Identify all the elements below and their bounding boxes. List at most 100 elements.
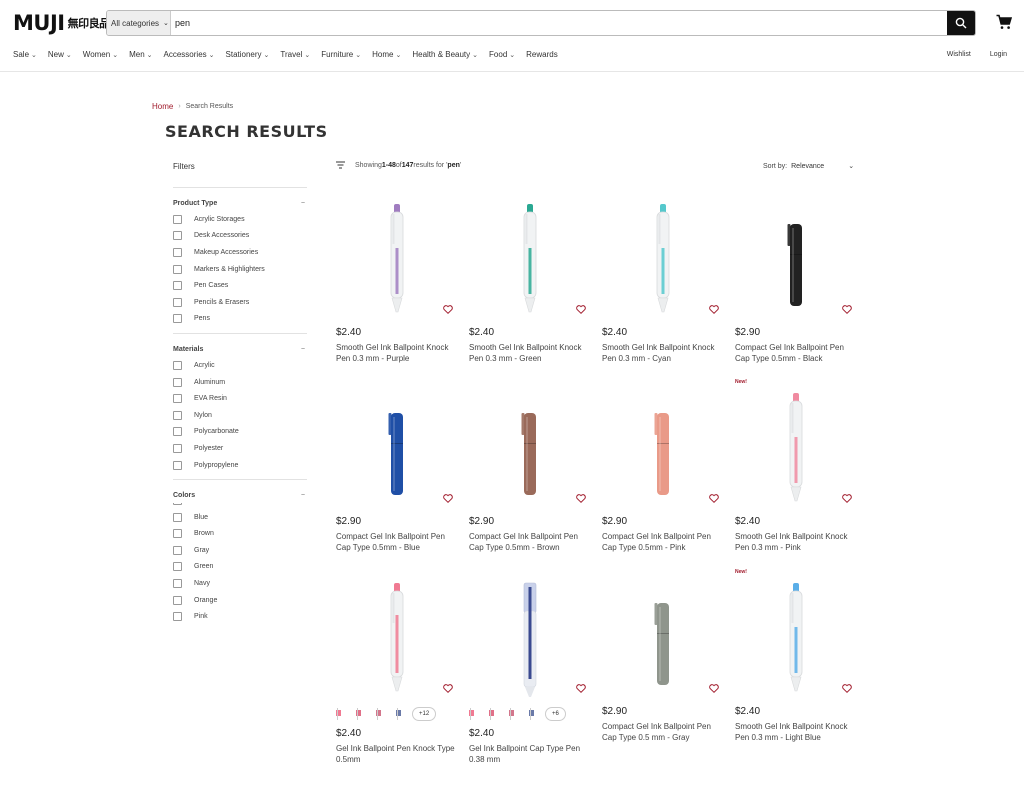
collapse-minus-icon[interactable]: − [301,200,305,207]
product-name[interactable]: Compact Gel Ink Ballpoint Pen Cap Type 0… [602,531,727,553]
product-image[interactable] [336,385,461,510]
category-select[interactable]: All categories ⌄ [107,11,171,35]
product-card[interactable]: $2.40 Smooth Gel Ink Ballpoint Knock Pen … [336,196,461,364]
search-input[interactable] [171,11,947,35]
product-card[interactable]: +12 $2.40 Gel Ink Ballpoint Pen Knock Type… [336,575,461,765]
product-name[interactable]: Smooth Gel Ink Ballpoint Knock Pen 0.3 m… [735,721,860,743]
product-card[interactable]: $2.90 Compact Gel Ink Ballpoint Pen Cap T… [602,575,727,743]
wishlist-heart-icon[interactable] [842,680,852,698]
product-image[interactable] [469,385,594,510]
wishlist-heart-icon[interactable] [842,301,852,319]
wishlist-heart-icon[interactable] [709,301,719,319]
filter-checkbox[interactable] [173,595,182,605]
filter-option[interactable]: Acrylic Storages [173,211,307,228]
filter-option[interactable]: Makeup Accessories [173,244,307,261]
nav-item-accessories[interactable]: Accessories ⌄ [164,50,215,59]
filter-option[interactable]: Acrylic [173,357,307,374]
filter-option[interactable]: Desk Accessories [173,228,307,245]
color-swatch[interactable] [356,708,361,720]
product-card[interactable]: $2.40 Smooth Gel Ink Ballpoint Knock Pen … [469,196,594,364]
color-swatch[interactable] [376,708,381,720]
product-card[interactable]: +6 $2.40 Gel Ink Ballpoint Cap Type Pen 0.… [469,575,594,765]
product-name[interactable]: Smooth Gel Ink Ballpoint Knock Pen 0.3 m… [602,342,727,364]
product-image[interactable] [469,575,594,700]
filter-option[interactable]: Brown [173,526,307,543]
filter-checkbox[interactable] [173,281,182,291]
muji-logo[interactable]: MUJI 無印良品 [13,11,110,35]
nav-item-home[interactable]: Home ⌄ [372,50,401,59]
product-card[interactable]: $2.40 Smooth Gel Ink Ballpoint Knock Pen … [602,196,727,364]
wishlist-heart-icon[interactable] [443,490,453,508]
filter-option[interactable]: Pink [173,608,307,625]
wishlist-heart-icon[interactable] [709,680,719,698]
nav-item-stationery[interactable]: Stationery ⌄ [226,50,270,59]
product-name[interactable]: Smooth Gel Ink Ballpoint Knock Pen 0.3 m… [469,342,594,364]
filter-checkbox[interactable] [173,264,182,274]
filter-option[interactable]: Polycarbonate [173,424,307,441]
nav-item-furniture[interactable]: Furniture ⌄ [321,50,361,59]
filter-section-header[interactable]: Product Type − [173,195,307,211]
product-name[interactable]: Compact Gel Ink Ballpoint Pen Cap Type 0… [336,531,461,553]
filter-option[interactable]: Blue [173,509,307,526]
product-image[interactable] [469,196,594,321]
product-name[interactable]: Gel Ink Ballpoint Cap Type Pen 0.38 mm [469,743,594,765]
filter-checkbox[interactable] [173,377,182,387]
product-image[interactable] [602,575,727,700]
filter-option[interactable]: EVA Resin [173,390,307,407]
filter-checkbox[interactable] [173,579,182,589]
product-card[interactable]: New! $2.40 Smooth Gel Ink Ballpoint Knock … [735,569,860,743]
filter-section-header[interactable]: Materials − [173,341,307,357]
filter-option[interactable]: Nylon [173,407,307,424]
more-colors-button[interactable]: +6 [545,707,566,721]
filter-checkbox[interactable] [173,545,182,555]
color-swatch[interactable] [469,708,474,720]
collapse-minus-icon[interactable]: − [301,492,305,499]
filter-checkbox[interactable] [173,214,182,224]
nav-item-rewards[interactable]: Rewards [526,50,558,59]
filter-checkbox[interactable] [173,529,182,539]
filter-option[interactable]: Aluminum [173,374,307,391]
wishlist-heart-icon[interactable] [576,301,586,319]
filter-option[interactable]: Markers & Highlighters [173,261,307,278]
filter-checkbox[interactable] [173,562,182,572]
wishlist-heart-icon[interactable] [576,680,586,698]
filter-checkbox[interactable] [173,443,182,453]
product-image[interactable] [336,575,461,700]
filter-checkbox[interactable] [173,360,182,370]
product-card[interactable]: $2.90 Compact Gel Ink Ballpoint Pen Cap T… [735,196,860,364]
filter-option[interactable]: Polypropylene [173,457,307,474]
breadcrumb-home[interactable]: Home [152,102,173,111]
product-name[interactable]: Smooth Gel Ink Ballpoint Knock Pen 0.3 m… [735,531,860,553]
filter-checkbox[interactable] [173,512,182,522]
product-image[interactable] [602,385,727,510]
filter-checkbox[interactable] [173,410,182,420]
nav-item-women[interactable]: Women ⌄ [83,50,118,59]
filter-option[interactable]: Polyester [173,440,307,457]
wishlist-link[interactable]: Wishlist [947,51,971,58]
filter-checkbox[interactable] [173,247,182,257]
filter-option[interactable]: Green [173,559,307,576]
filter-option[interactable]: Pen Cases [173,277,307,294]
filter-checkbox[interactable] [173,297,182,307]
login-link[interactable]: Login [990,51,1007,58]
product-image[interactable] [602,196,727,321]
color-swatch[interactable] [396,708,401,720]
wishlist-heart-icon[interactable] [443,301,453,319]
color-swatch[interactable] [489,708,494,720]
product-name[interactable]: Smooth Gel Ink Ballpoint Knock Pen 0.3 m… [336,342,461,364]
nav-item-men[interactable]: Men ⌄ [129,50,152,59]
product-image[interactable] [735,196,860,321]
wishlist-heart-icon[interactable] [576,490,586,508]
search-button[interactable] [947,11,975,35]
sort-select[interactable]: Sort by: Relevance ⌄ [763,162,854,171]
filter-option[interactable]: Gray [173,542,307,559]
filter-checkbox[interactable] [173,427,182,437]
product-image[interactable]: New! [735,379,860,510]
nav-item-sale[interactable]: Sale ⌄ [13,50,37,59]
wishlist-heart-icon[interactable] [443,680,453,698]
nav-item-travel[interactable]: Travel ⌄ [280,50,310,59]
filter-checkbox[interactable] [173,314,182,324]
product-card[interactable]: $2.90 Compact Gel Ink Ballpoint Pen Cap T… [469,385,594,553]
color-swatch[interactable] [509,708,514,720]
product-name[interactable]: Compact Gel Ink Ballpoint Pen Cap Type 0… [735,342,860,364]
